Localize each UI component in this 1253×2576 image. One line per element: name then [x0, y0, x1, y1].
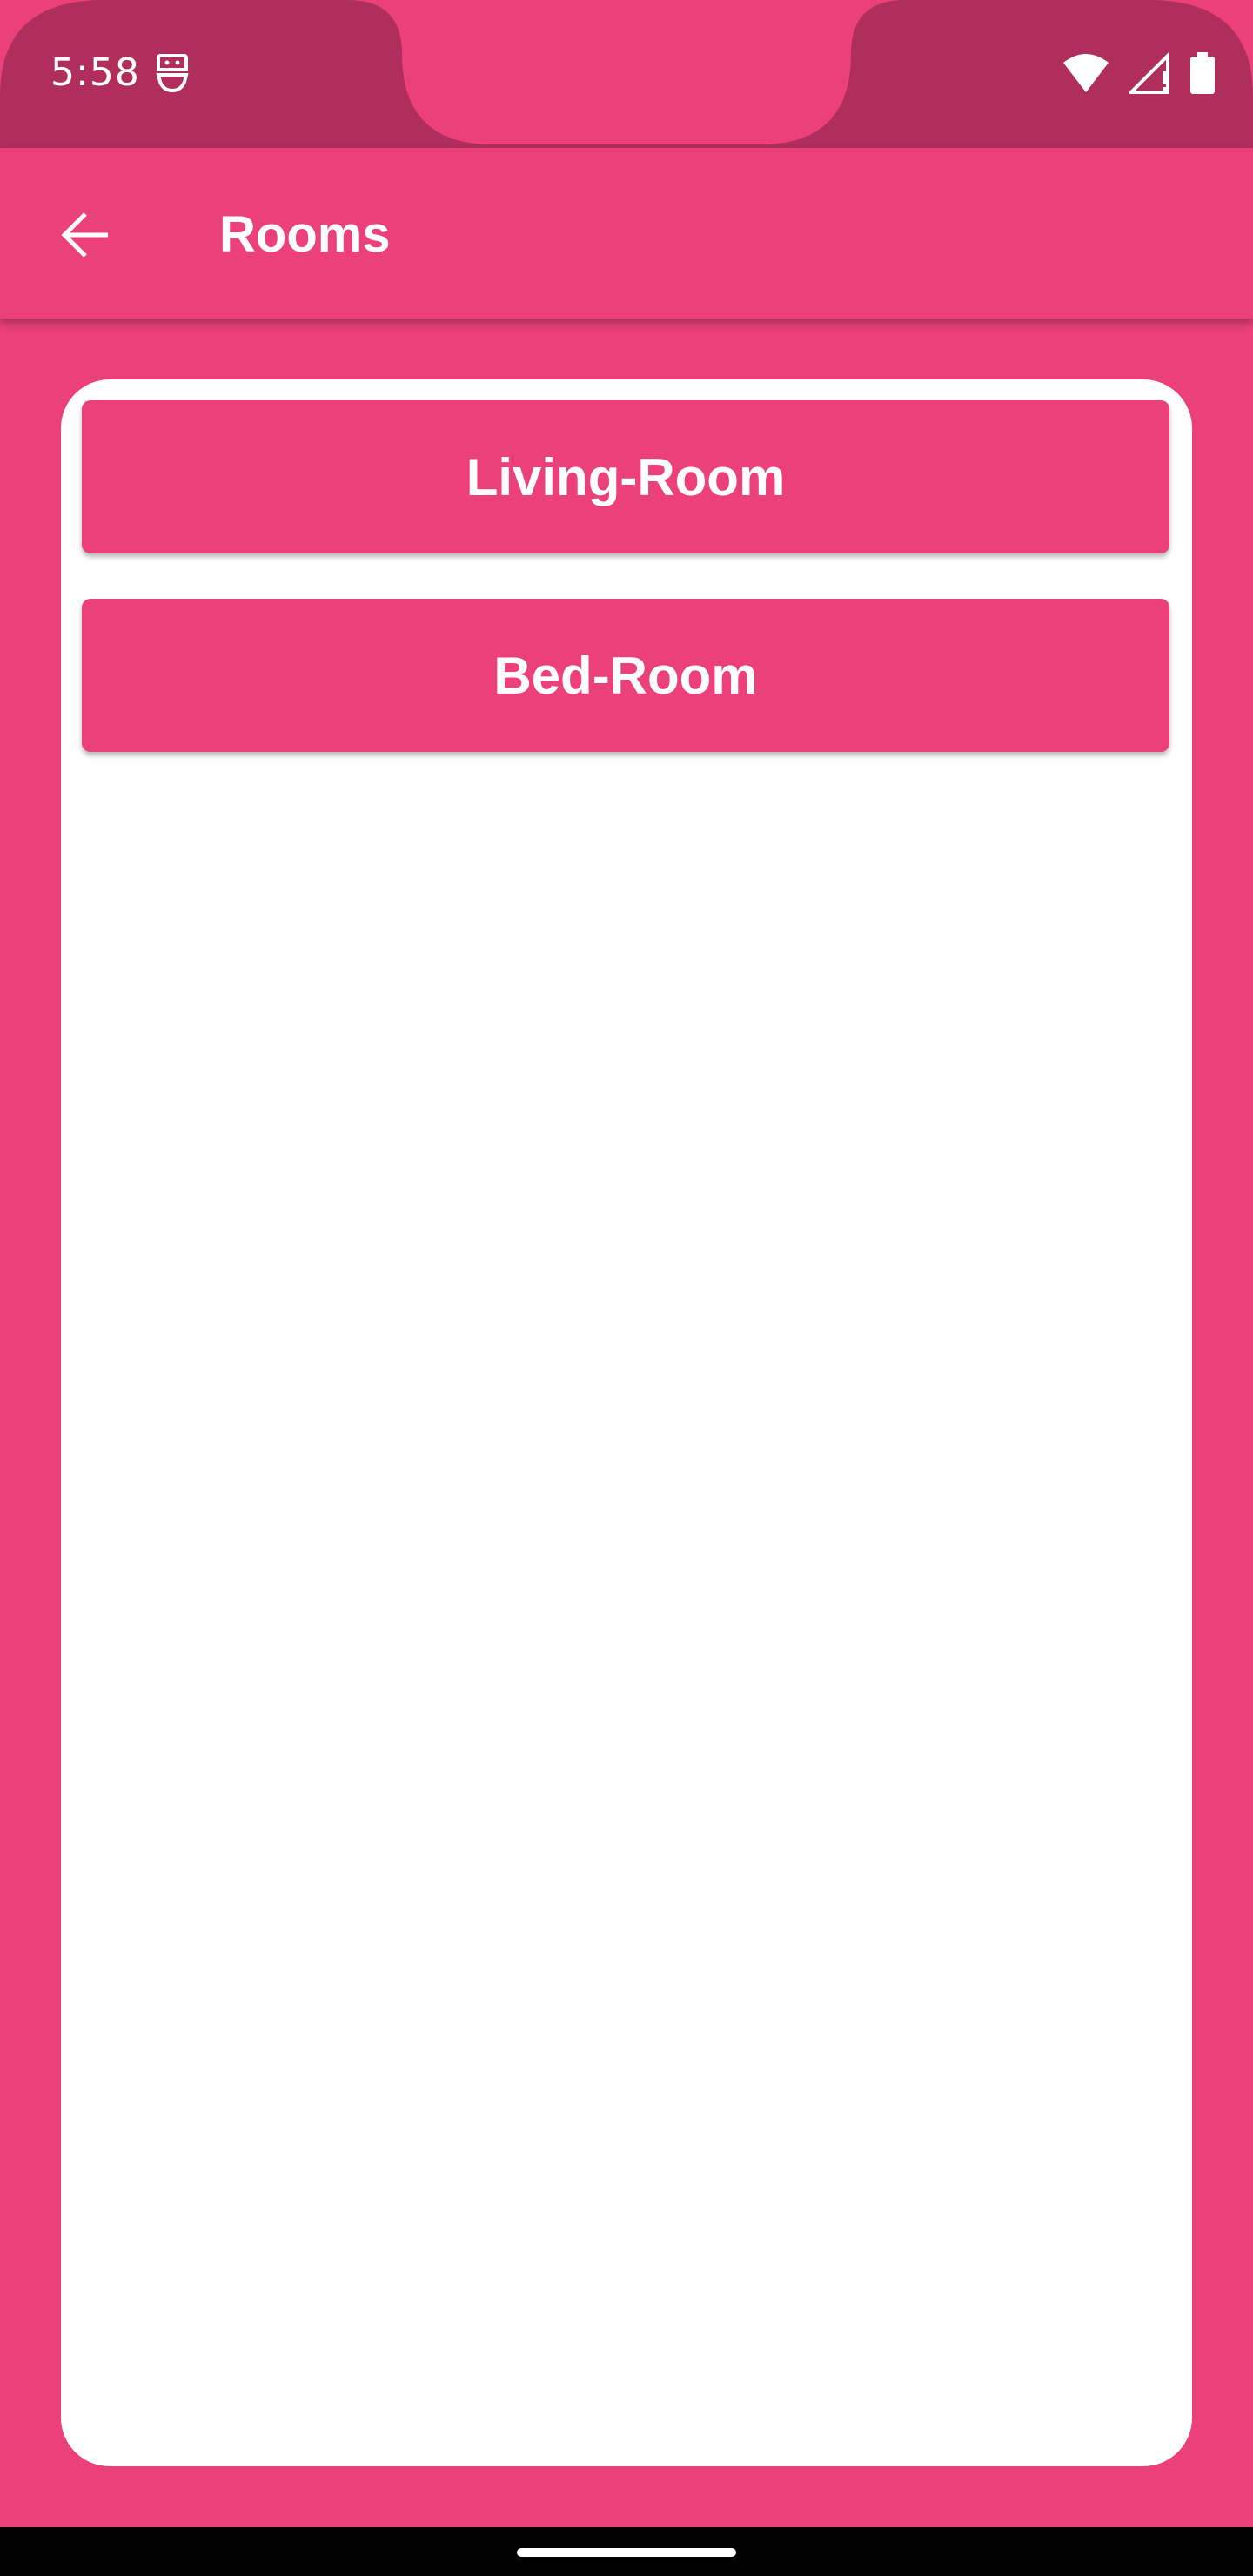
- status-bar: 5:58: [0, 0, 1253, 148]
- arrow-back-icon: [61, 212, 108, 258]
- wifi-icon: [1062, 52, 1110, 98]
- app-bar: Rooms: [0, 148, 1253, 319]
- room-button-living-room[interactable]: Living-Room: [82, 400, 1169, 553]
- battery-icon: [1190, 52, 1215, 98]
- back-button[interactable]: [52, 202, 118, 268]
- signal-icon: [1127, 51, 1171, 98]
- page-title: Rooms: [219, 206, 391, 263]
- room-button-bed-room[interactable]: Bed-Room: [82, 599, 1169, 752]
- status-time: 5:58: [50, 50, 140, 95]
- android-debug-icon: [155, 52, 190, 97]
- status-icons: [1062, 51, 1215, 98]
- rooms-card: Living-Room Bed-Room: [61, 379, 1192, 2466]
- home-gesture-handle[interactable]: [517, 2548, 736, 2557]
